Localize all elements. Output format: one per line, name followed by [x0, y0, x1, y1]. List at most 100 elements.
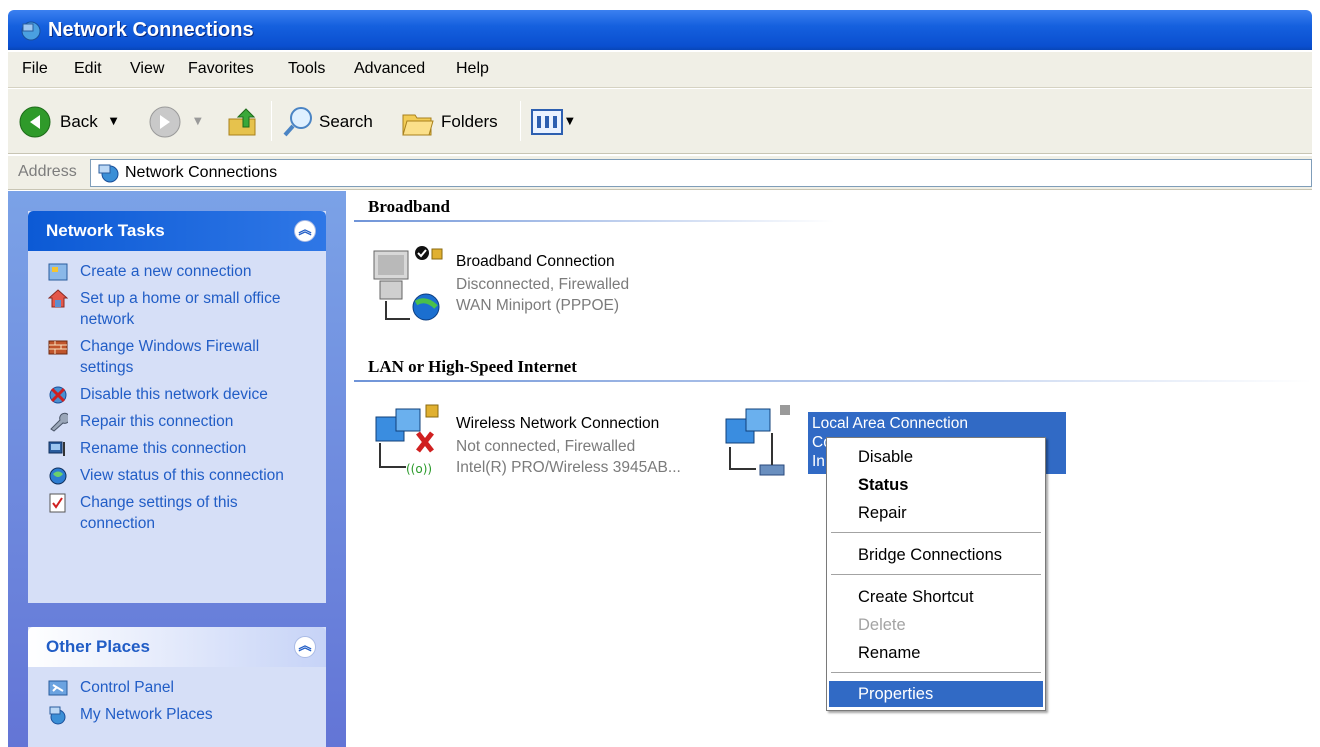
other-places-title: Other Places	[46, 637, 150, 656]
other-places-panel: Other Places ︽ Control Panel My Network …	[28, 627, 326, 747]
menu-view[interactable]: View	[130, 60, 164, 78]
task-rename-connection[interactable]: Rename this connection	[48, 438, 316, 459]
group-header-broadband: Broadband	[368, 197, 450, 216]
task-view-status[interactable]: View status of this connection	[48, 465, 316, 486]
connection-name: Wireless Network Connection	[456, 415, 660, 432]
views-button[interactable]: ▼	[530, 89, 574, 154]
menu-help[interactable]: Help	[456, 60, 489, 78]
connection-name: Local Area Connection	[812, 415, 968, 432]
window-title: Network Connections	[48, 19, 254, 41]
menu-file[interactable]: File	[22, 60, 48, 78]
connection-status: Disconnected, Firewalled	[456, 276, 630, 293]
local-area-connection-icon-wrap[interactable]	[720, 403, 800, 493]
disable-device-icon	[49, 386, 67, 404]
wireless-network-connection[interactable]: ((o)) Wireless Network Connection Not co…	[366, 403, 726, 493]
menu-item-rename[interactable]: Rename	[829, 640, 1043, 666]
place-control-panel[interactable]: Control Panel	[48, 677, 316, 698]
menu-advanced[interactable]: Advanced	[354, 60, 425, 78]
address-field[interactable]: Network Connections	[90, 159, 1312, 187]
up-folder-button[interactable]	[226, 89, 260, 154]
menu-tools[interactable]: Tools	[288, 60, 325, 78]
place-my-network-places[interactable]: My Network Places	[48, 704, 316, 725]
connection-device: WAN Miniport (PPPOE)	[456, 297, 620, 314]
connection-status: Not connected, Firewalled	[456, 438, 636, 455]
connection-device: Intel(R) PRO/Wireless 3945AB...	[456, 459, 681, 476]
search-icon	[283, 106, 312, 136]
address-label: Address	[18, 163, 77, 180]
search-button[interactable]: Search	[281, 89, 373, 154]
forward-arrow-icon	[149, 106, 181, 137]
view-status-icon	[49, 467, 67, 485]
network-connections-icon	[21, 21, 41, 41]
task-create-new-connection[interactable]: Create a new connection	[48, 261, 316, 282]
other-places-list: Control Panel My Network Places	[28, 667, 326, 741]
forward-dropdown-icon[interactable]: ▼	[194, 116, 202, 127]
folders-label: Folders	[441, 111, 498, 131]
new-connection-icon	[48, 263, 68, 281]
back-arrow-icon	[19, 106, 51, 137]
menu-item-status[interactable]: Status	[829, 472, 1043, 498]
collapse-chevron-icon[interactable]: ︽	[294, 636, 316, 658]
broadband-connection[interactable]: Broadband Connection Disconnected, Firew…	[366, 241, 686, 331]
folders-icon	[402, 114, 434, 135]
title-bar[interactable]: Network Connections	[8, 10, 1312, 50]
my-network-places-icon	[49, 706, 66, 725]
local-area-connection-icon	[725, 405, 790, 476]
task-label: Create a new connection	[80, 263, 252, 280]
menu-bar: File Edit View Favorites Tools Advanced …	[8, 52, 1312, 88]
task-change-settings[interactable]: Change settings of this connection	[48, 492, 316, 534]
group-divider	[354, 220, 834, 222]
toolbar-separator	[520, 101, 521, 141]
task-repair-connection[interactable]: Repair this connection	[48, 411, 316, 432]
back-button[interactable]: Back ▼	[18, 89, 118, 154]
task-label: Change Windows Firewall settings	[80, 338, 260, 376]
task-pane: Network Tasks ︽ Create a new connection …	[8, 191, 346, 747]
task-label: Disable this network device	[80, 386, 268, 403]
task-label: Change settings of this connection	[80, 494, 238, 532]
views-dropdown-icon[interactable]: ▼	[566, 116, 574, 127]
menu-edit[interactable]: Edit	[74, 60, 102, 78]
task-setup-home-network[interactable]: Set up a home or small office network	[48, 288, 316, 330]
back-dropdown-icon[interactable]: ▼	[110, 116, 118, 127]
search-label: Search	[319, 111, 373, 131]
group-divider	[354, 380, 1312, 382]
menu-item-repair[interactable]: Repair	[829, 500, 1043, 526]
back-label: Back	[60, 111, 98, 131]
address-bar: Address Network Connections	[8, 156, 1312, 190]
menu-favorites[interactable]: Favorites	[188, 60, 254, 78]
other-places-header[interactable]: Other Places ︽	[28, 627, 326, 667]
menu-separator	[831, 532, 1041, 533]
menu-item-disable[interactable]: Disable	[829, 444, 1043, 470]
folders-button[interactable]: Folders	[401, 89, 498, 154]
rename-icon	[48, 441, 65, 456]
wireless-connection-icon: ((o))	[375, 404, 439, 476]
control-panel-icon	[48, 680, 68, 696]
home-network-icon	[48, 289, 68, 308]
task-label: Rename this connection	[80, 440, 247, 457]
network-tasks-header[interactable]: Network Tasks ︽	[28, 211, 326, 251]
menu-separator	[831, 672, 1041, 673]
broadband-connection-icon	[373, 246, 443, 321]
network-tasks-title: Network Tasks	[46, 221, 165, 240]
place-label: My Network Places	[80, 706, 213, 723]
menu-item-bridge-connections[interactable]: Bridge Connections	[829, 542, 1043, 568]
task-disable-device[interactable]: Disable this network device	[48, 384, 316, 405]
repair-wrench-icon	[50, 412, 68, 432]
place-label: Control Panel	[80, 679, 174, 696]
forward-button[interactable]: ▼	[148, 89, 202, 154]
network-connections-icon	[98, 164, 119, 183]
collapse-chevron-icon[interactable]: ︽	[294, 220, 316, 242]
menu-item-create-shortcut[interactable]: Create Shortcut	[829, 584, 1043, 610]
task-label: View status of this connection	[80, 467, 284, 484]
task-label: Set up a home or small office network	[80, 290, 281, 328]
connection-name: Broadband Connection	[456, 253, 615, 270]
task-label: Repair this connection	[80, 413, 234, 430]
toolbar: Back ▼ ▼ Search Folders ▼	[8, 89, 1312, 154]
svg-text:((o)): ((o))	[406, 462, 432, 476]
firewall-icon	[48, 340, 68, 355]
group-header-lan: LAN or High-Speed Internet	[368, 357, 577, 376]
task-change-firewall[interactable]: Change Windows Firewall settings	[48, 336, 316, 378]
menu-item-delete: Delete	[858, 616, 906, 634]
network-connections-window: Network Connections File Edit View Favor…	[0, 0, 1320, 747]
menu-item-properties[interactable]: Properties	[829, 681, 1043, 707]
